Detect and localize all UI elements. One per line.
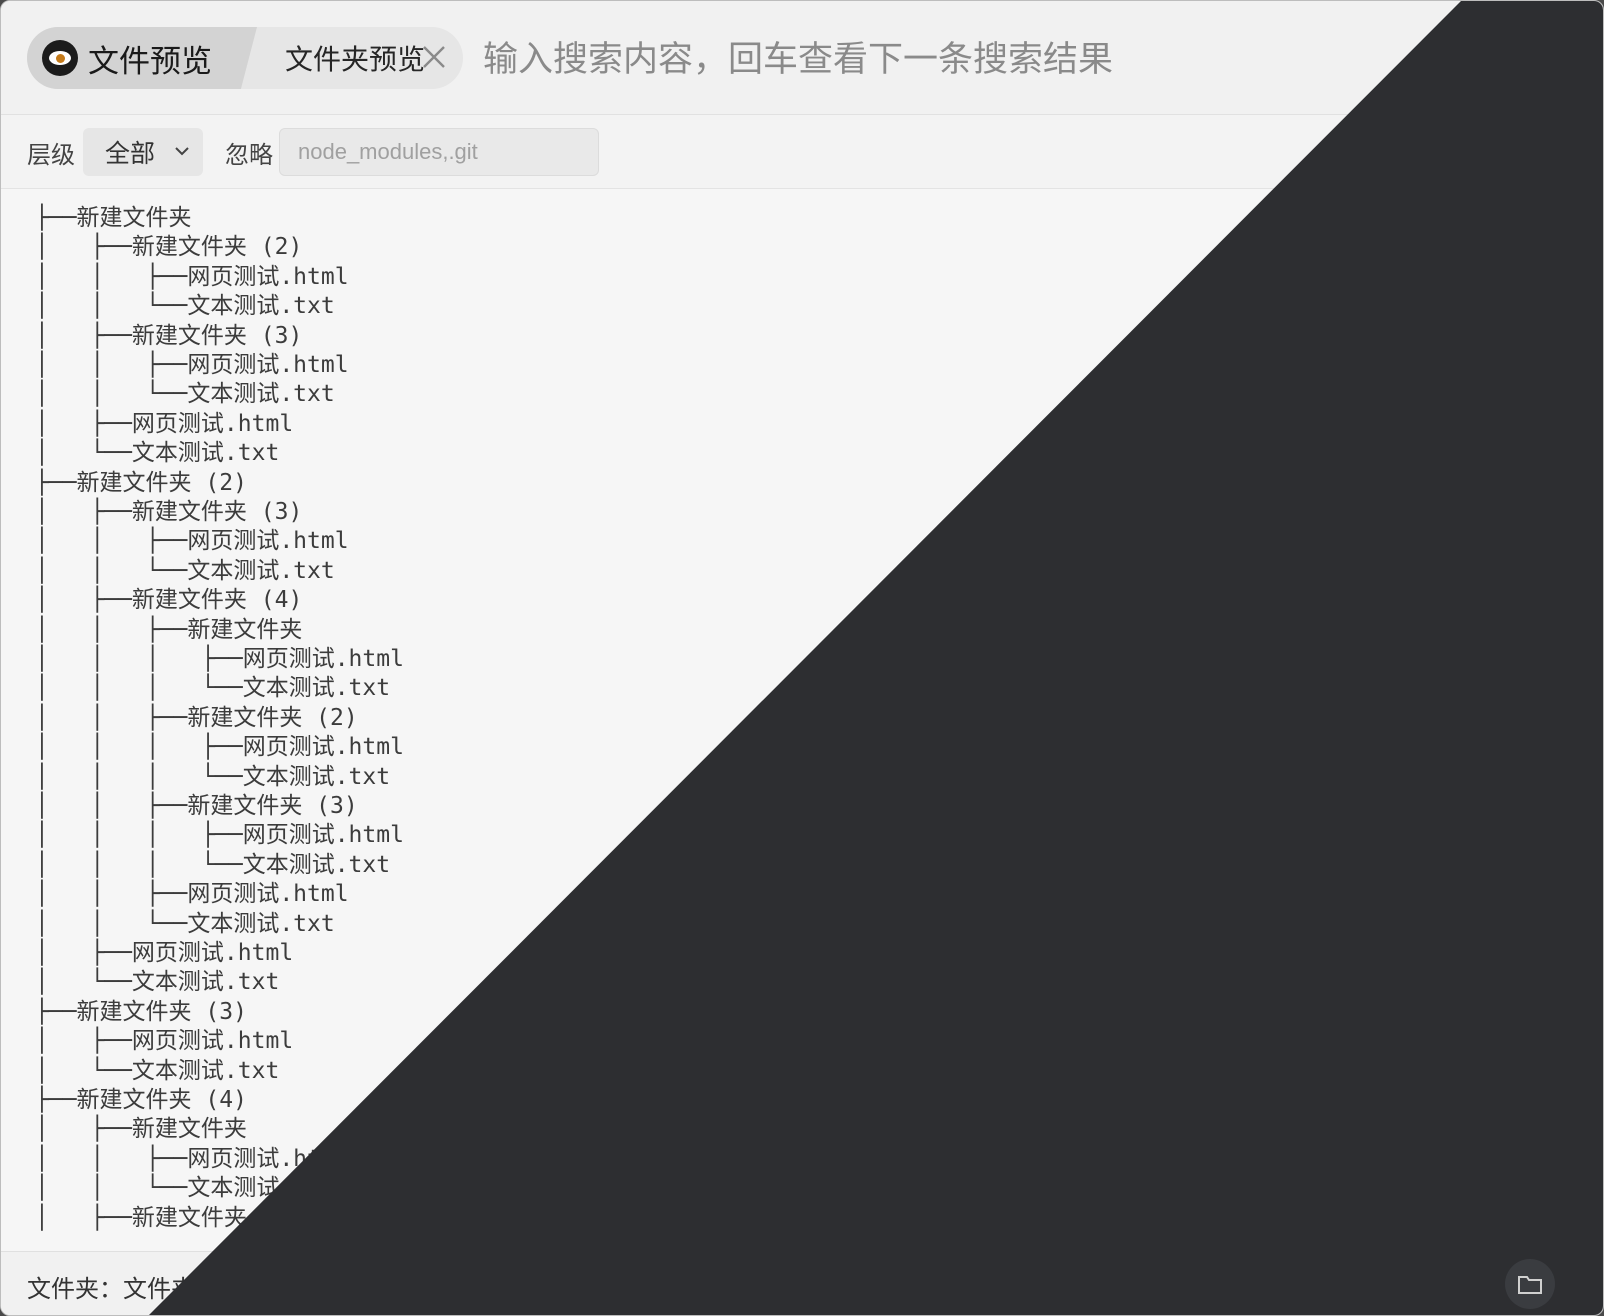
clipboard-icon[interactable] [1537,135,1563,167]
scroll-thumb[interactable] [1574,223,1602,923]
more-vertical-icon[interactable] [1487,35,1501,81]
tree-item: │ │ ├──新建文件夹 (2) [35,704,358,731]
copy-icon[interactable] [769,1272,795,1298]
tab-file-preview[interactable]: 文件预览 [27,27,257,89]
tree-item: │ ├──网页测试.html [35,940,294,966]
eye-icon [42,40,78,76]
tree-item: │ │ └──文本测试.txt [35,293,335,320]
tree-item: │ ├──网页测试.html [35,410,294,437]
filter-toolbar: 层级 全部 忽略 隐藏文件 [1,115,1603,189]
tree-item: │ │ │ └──文本测试.txt [35,675,391,702]
tree-item: │ │ ├──新建文件夹 [35,616,303,643]
tree-item: │ ├──网页测试.html [35,1028,294,1055]
folder-name: 文件夹：文件夹测试 [27,1275,243,1303]
app-logo-icon[interactable] [1513,23,1585,95]
file-stats: 文件 35 / 文件夹 14 / 22.0 MB [969,1265,1300,1305]
tree-item: │ │ ├──网页测试.html [35,881,349,908]
search-input[interactable] [481,31,1365,89]
tree-item: │ ├──新建文件夹 (4) [35,587,303,614]
tree-item: ├──新建文件夹 (3) [35,998,247,1025]
tree-item: │ │ └──文本测试.txt [35,1175,335,1202]
level-label: 层级 [27,141,75,169]
tab-file-preview-label: 文件预览 [88,43,212,80]
hide-files-label: 隐藏文件 [1399,143,1495,171]
tree-item: │ ├──新建文件夹 (3) [35,322,303,349]
tree-item: │ │ ├──网页测试.html [35,352,349,378]
tree-item: │ │ │ ├──网页测试.html [35,734,404,761]
hide-files-toggle[interactable]: 隐藏文件 [1369,137,1495,172]
folder-tree: ├──新建文件夹 │ ├──新建文件夹 (2) │ │ ├──网页测试.html │ … [1,189,1571,1251]
tree-item: ├──新建文件夹 (2) [35,469,247,496]
chevron-down-icon [173,142,191,160]
tree-item: │ │ └──文本测试.txt [35,381,335,408]
tree-item: │ └──文本测试.txt [35,1057,280,1084]
tree-item: │ └──文本测试.txt [35,969,280,996]
tree-item: │ │ │ ├──网页测试.html [35,646,404,672]
tree-item: │ │ ├──新建文件夹 (3) [35,793,358,819]
tree-item: │ │ ├──网页测试.html [35,1145,349,1172]
scrollbar[interactable] [1571,189,1603,1251]
header-bar: 文件预览 文件夹预览 [1,1,1603,115]
tree-item: │ │ │ ├──网页测试.html [35,822,404,849]
tree-item: │ │ ├──网页测试.html [35,263,349,290]
tree-item: │ ├──新建文件夹 (3) [35,499,303,525]
status-bar: 文件夹：文件夹测试 D:/桌面文件/3.uTools/file-Preview/… [1,1251,1603,1315]
encoding-info: 编码：UTF-8 [823,1275,954,1300]
app-window: 文件预览 文件夹预览 层级 全部 忽略 隐藏文件 [0,0,1604,1316]
tree-item: ├──新建文件夹 [35,205,192,231]
tree-item: │ ├──新建文件夹 [35,1116,247,1143]
scroll-down-arrow-icon[interactable] [1580,1231,1596,1244]
level-select-value: 全部 [105,139,156,168]
tree-item: │ └──文本测试.txt [35,440,280,467]
tree-item: │ │ └──文本测试.txt [35,910,335,937]
tree-item: │ ├──新建文件夹 (2) [35,1204,303,1231]
ignore-input[interactable] [279,128,599,176]
tree-item: │ ├──新建文件夹 (2) [35,234,303,261]
preview-tabs: 文件预览 文件夹预览 [27,27,463,89]
folder-open-icon[interactable] [1505,1259,1555,1309]
scroll-up-arrow-icon[interactable] [1580,197,1596,212]
tree-item: │ │ │ └──文本测试.txt [35,851,391,878]
hide-files-checkbox[interactable] [1369,143,1391,166]
tab-folder-preview-label: 文件夹预览 [285,43,426,76]
level-select[interactable]: 全部 [83,128,203,176]
tree-item: ├──新建文件夹 (4) [35,1087,247,1113]
tree-item: │ │ │ └──文本测试.txt [35,763,391,790]
close-icon[interactable] [419,42,449,72]
tree-item: │ │ └──文本测试.txt [35,557,335,584]
ignore-label: 忽略 [225,141,273,169]
tree-item: │ │ ├──网页测试.html [35,528,349,555]
folder-path-link[interactable]: D:/桌面文件/3.uTools/file-Preview/测试文件夹 [265,1265,734,1305]
